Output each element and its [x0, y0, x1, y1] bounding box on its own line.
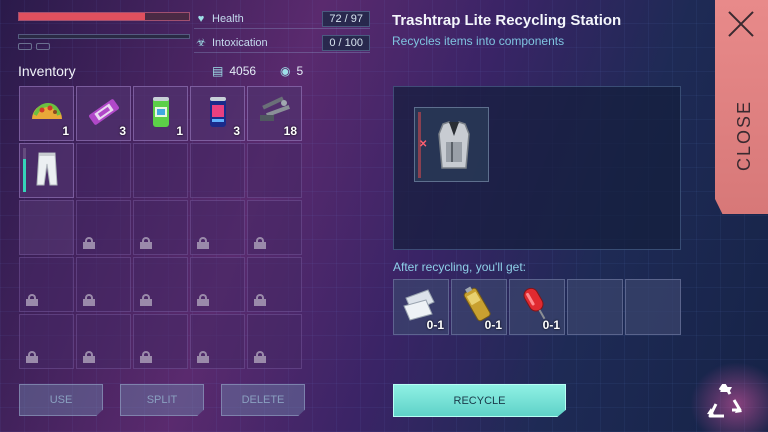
currency-display: ▤ 4056 ◉ 5 [212, 64, 303, 78]
candy-bar-icon [85, 93, 123, 131]
inventory-slot[interactable] [19, 143, 74, 198]
white-pants-icon [28, 150, 66, 188]
inventory-slot-locked [133, 257, 188, 312]
inventory-slot-locked [190, 314, 245, 369]
output-slot[interactable]: 0-1 [451, 279, 507, 335]
tokens-value: 5 [296, 64, 304, 78]
lock-icon [26, 351, 38, 363]
intoxication-bar [18, 34, 190, 39]
close-label[interactable]: CLOSE [734, 100, 754, 171]
item-quantity: 1 [176, 124, 183, 138]
inventory-slot-locked [190, 257, 245, 312]
inventory-slot-locked [76, 200, 131, 255]
health-label: Health [212, 12, 244, 25]
recycle-input-slot[interactable]: ✕ [414, 107, 489, 182]
inventory-slot[interactable]: 1 [133, 86, 188, 141]
taco-icon [28, 93, 66, 131]
inventory-slot[interactable]: 3 [76, 86, 131, 141]
health-stat: ♥ Health 72 / 97 [194, 9, 370, 29]
lock-icon [83, 294, 95, 306]
lock-icon [197, 237, 209, 249]
inventory-slot-locked [133, 200, 188, 255]
biohazard-icon: ☣ [196, 37, 206, 49]
inventory-slot-locked [247, 200, 302, 255]
delete-button[interactable]: DELETE [221, 384, 305, 416]
output-quantity: 0-1 [426, 318, 444, 332]
green-soda-can-icon [142, 93, 180, 131]
inventory-slot-empty[interactable] [76, 143, 131, 198]
lock-icon [83, 237, 95, 249]
inventory-slot-empty[interactable] [247, 143, 302, 198]
health-bar-fill [19, 13, 145, 20]
recycle-input-panel: ✕ [393, 86, 681, 250]
intoxication-label: Intoxication [212, 36, 268, 49]
durability-bar [23, 148, 26, 192]
health-bar [18, 12, 190, 21]
inventory-slot-locked [19, 314, 74, 369]
lock-icon [254, 237, 266, 249]
output-slot-empty [567, 279, 623, 335]
lock-icon [140, 294, 152, 306]
lock-icon [26, 294, 38, 306]
inventory-slot-locked [76, 314, 131, 369]
inventory-slot-locked [247, 257, 302, 312]
after-recycling-label: After recycling, you'll get: [393, 260, 527, 274]
inventory-slot[interactable]: 3 [190, 86, 245, 141]
status-slot-icon [18, 43, 32, 50]
status-bars [18, 12, 190, 50]
inventory-slot-empty[interactable] [190, 143, 245, 198]
output-slot[interactable]: 0-1 [509, 279, 565, 335]
status-slot-icon [36, 43, 50, 50]
inventory-slot-locked [133, 314, 188, 369]
intoxication-stat: ☣ Intoxication 0 / 100 [194, 33, 370, 53]
inventory-slot-empty[interactable] [19, 200, 74, 255]
output-slot[interactable]: 0-1 [393, 279, 449, 335]
heart-icon: ♥ [197, 12, 205, 25]
inventory-slot-empty[interactable] [133, 143, 188, 198]
metal-vest-icon [429, 118, 479, 172]
wallet-icon: ▤ [212, 64, 224, 78]
credits-value: 4056 [229, 64, 257, 78]
inventory-slot-locked [247, 314, 302, 369]
inventory-slot[interactable]: 1 [19, 86, 74, 141]
inventory-slot[interactable]: 18 [247, 86, 302, 141]
recycle-icon[interactable] [704, 382, 744, 420]
output-quantity: 0-1 [484, 318, 502, 332]
inventory-slot-locked [190, 200, 245, 255]
lock-icon [254, 294, 266, 306]
recycle-button[interactable]: RECYCLE [393, 384, 566, 417]
blue-energy-drink-icon [199, 93, 237, 131]
close-icon[interactable] [727, 10, 755, 38]
broken-mark-icon: ✕ [419, 139, 428, 150]
status-mini-icons [18, 43, 190, 50]
item-quantity: 18 [283, 124, 297, 138]
inventory-slot-locked [76, 257, 131, 312]
inventory-title: Inventory [18, 63, 76, 79]
lock-icon [140, 237, 152, 249]
durability-fill [23, 159, 26, 192]
lock-icon [254, 351, 266, 363]
lock-icon [197, 294, 209, 306]
lock-icon [140, 351, 152, 363]
item-quantity: 3 [119, 124, 126, 138]
lock-icon [197, 351, 209, 363]
token-icon: ◉ [280, 64, 291, 78]
station-subtitle: Recycles items into components [392, 34, 565, 48]
use-button[interactable]: USE [19, 384, 103, 416]
split-button[interactable]: SPLIT [120, 384, 204, 416]
recycle-output-row: 0-1 0-1 0-1 [393, 279, 681, 335]
output-quantity: 0-1 [542, 318, 560, 332]
item-quantity: 3 [233, 124, 240, 138]
station-title: Trashtrap Lite Recycling Station [392, 12, 622, 29]
inventory-slot-locked [19, 257, 74, 312]
intoxication-value: 0 / 100 [322, 34, 370, 51]
output-slot-empty [625, 279, 681, 335]
health-value: 72 / 97 [322, 10, 370, 27]
item-quantity: 1 [62, 124, 69, 138]
lock-icon [83, 351, 95, 363]
inventory-grid: 1 3 1 3 18 [19, 86, 302, 369]
